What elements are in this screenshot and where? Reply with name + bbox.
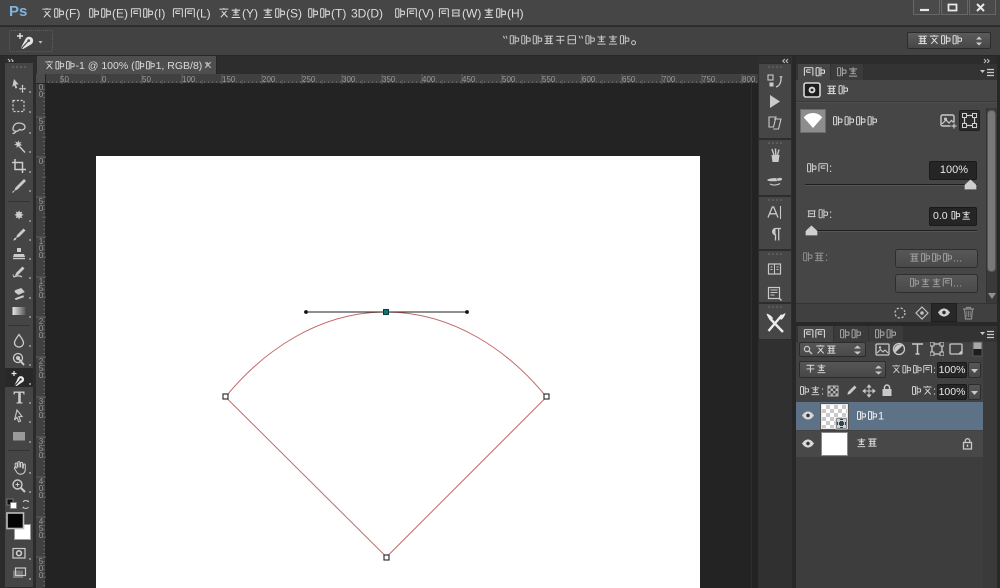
svg-text:(T): (T) xyxy=(331,7,346,21)
svg-text:(V): (V) xyxy=(418,7,434,21)
svg-text:(S): (S) xyxy=(286,7,302,21)
svg-text:...: ... xyxy=(953,253,962,265)
svg-text:(I): (I) xyxy=(154,7,165,21)
svg-text:(F): (F) xyxy=(65,7,80,21)
svg-text::: : xyxy=(829,209,832,221)
svg-text:(E): (E) xyxy=(112,7,128,21)
svg-text:...: ... xyxy=(953,278,962,290)
svg-text::: : xyxy=(933,364,936,376)
svg-text::: : xyxy=(821,386,824,398)
svg-text:1, RGB/8) *: 1, RGB/8) * xyxy=(156,60,210,72)
svg-text::: : xyxy=(829,163,832,175)
svg-text:(Y): (Y) xyxy=(242,7,258,21)
svg-text::: : xyxy=(933,386,936,398)
svg-text::: : xyxy=(825,252,828,264)
svg-text:3D(D): 3D(D) xyxy=(351,7,383,21)
svg-text:(H): (H) xyxy=(507,7,524,21)
svg-text:1: 1 xyxy=(878,411,884,423)
svg-text:(L): (L) xyxy=(196,7,211,21)
svg-text:-1 @ 100% (: -1 @ 100% ( xyxy=(76,60,136,72)
svg-text:0.0: 0.0 xyxy=(933,210,948,222)
svg-text:(W): (W) xyxy=(462,7,481,21)
